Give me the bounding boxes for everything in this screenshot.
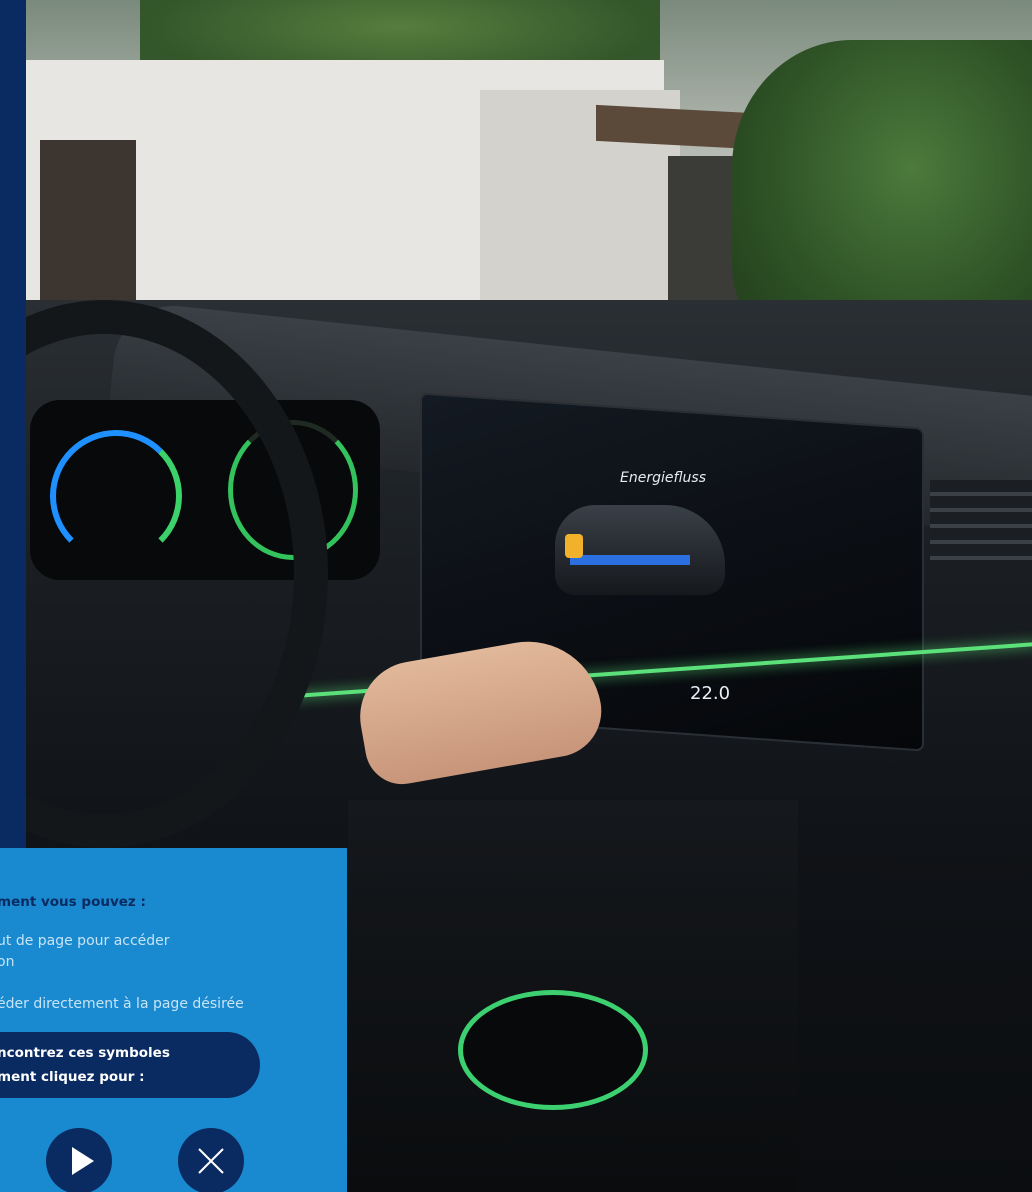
pill-text-2: ment cliquez pour :: [0, 1069, 145, 1085]
panel-line-3: éder directement à la page désirée: [0, 996, 244, 1012]
panel-line-1: ut de page pour accéder: [0, 933, 170, 949]
engine-graphic: [565, 534, 583, 558]
panel-heading: ment vous pouvez :: [0, 894, 146, 910]
pill-text-1: ncontrez ces symboles: [0, 1045, 170, 1061]
info-panel: ment vous pouvez : ut de page pour accéd…: [0, 848, 347, 1192]
house-window: [40, 140, 136, 310]
cup-holder: [458, 990, 648, 1110]
temperature-readout: 22.0: [690, 683, 731, 704]
screen-title: Energiefluss: [620, 470, 706, 486]
close-button[interactable]: [178, 1128, 244, 1192]
play-button[interactable]: [46, 1128, 112, 1192]
play-icon: [72, 1147, 94, 1175]
panel-line-2: on: [0, 954, 15, 970]
symbols-pill: [0, 1032, 260, 1098]
battery-graphic: [570, 555, 690, 565]
close-icon: [198, 1148, 224, 1174]
air-vent: [930, 480, 1032, 560]
